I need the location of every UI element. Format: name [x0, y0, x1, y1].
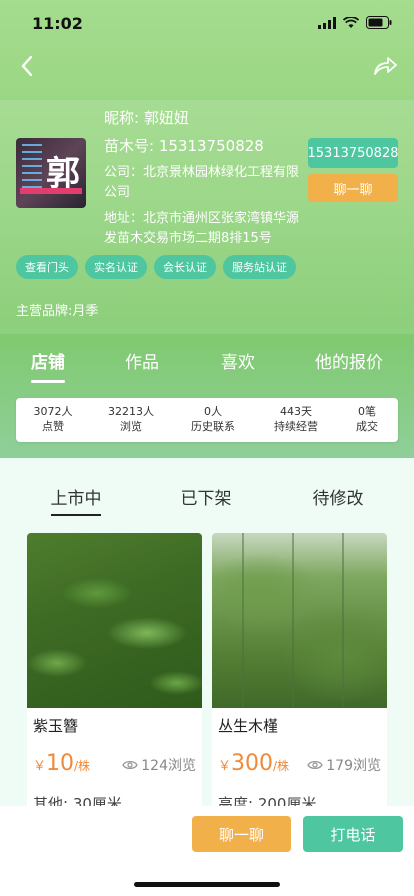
badge-view-storefront[interactable]: 查看门头 — [16, 255, 78, 279]
product-title: 丛生木槿 — [218, 717, 279, 735]
price-amount: 300 — [231, 751, 274, 776]
eye-icon — [307, 760, 324, 770]
stat-likes: 3072人 点赞 — [15, 404, 91, 434]
price-symbol: ￥ — [33, 759, 47, 774]
subtab-active-indicator — [51, 514, 101, 516]
product-views: 179浏览 — [307, 755, 381, 775]
stat-value: 443天 — [280, 405, 312, 418]
nav-bar — [0, 44, 414, 100]
back-arrow-icon[interactable] — [14, 52, 42, 80]
subtab-pending-edit[interactable]: 待修改 — [313, 484, 364, 509]
tab-works[interactable]: 作品 — [125, 348, 159, 373]
product-image — [212, 533, 387, 708]
price-unit: /株 — [273, 759, 290, 773]
phone-button[interactable]: 15313750828 — [308, 138, 399, 168]
stat-deals: 0笔 成交 — [329, 404, 405, 434]
seedling-no-row: 苗木号: 15313750828 — [104, 135, 304, 157]
avatar[interactable]: 郭 — [16, 138, 86, 208]
stat-value: 0人 — [204, 405, 222, 418]
tab-quotes[interactable]: 他的报价 — [315, 348, 383, 373]
address-text: 地址：北京市通州区张家湾镇华源发苗木交易市场二期8排15号 — [104, 211, 300, 246]
stat-value: 0笔 — [358, 405, 376, 418]
price-amount: 10 — [46, 751, 75, 776]
stat-label: 历史联系 — [191, 420, 235, 433]
seedling-no-value: 15313750828 — [158, 137, 264, 155]
avatar-decoration — [20, 188, 82, 194]
seedling-no-label: 苗木号: — [104, 137, 155, 155]
badge-president[interactable]: 会长认证 — [154, 255, 216, 279]
stats-card: 3072人 点赞 32213人 浏览 0人 历史联系 443天 持续经营 0笔 … — [16, 398, 398, 442]
chat-button[interactable]: 聊一聊 — [192, 816, 291, 852]
tab-active-indicator — [31, 380, 65, 383]
stat-label: 点赞 — [42, 420, 64, 433]
profile-info: 昵称: 郭妞妞 苗木号: 15313750828 公司：北京景林园林绿化工程有限… — [104, 107, 304, 255]
call-button[interactable]: 打电话 — [303, 816, 403, 852]
product-title: 紫玉簪 — [33, 717, 79, 735]
product-image — [27, 533, 202, 708]
stat-views: 32213人 浏览 — [93, 404, 169, 434]
nickname-value: 郭妞妞 — [143, 109, 189, 127]
product-price: ￥300/株 — [218, 751, 289, 776]
certification-badges: 查看门头 实名认证 会长认证 服务站认证 — [16, 255, 296, 279]
nickname-row: 昵称: 郭妞妞 — [104, 107, 304, 129]
product-views: 124浏览 — [122, 755, 196, 775]
stat-value: 3072人 — [33, 405, 73, 418]
views-text: 179浏览 — [326, 758, 381, 774]
views-text: 124浏览 — [141, 758, 196, 774]
stat-operation-days: 443天 持续经营 — [258, 404, 334, 434]
status-icons — [318, 16, 392, 29]
stat-label: 持续经营 — [274, 420, 318, 433]
status-time: 11:02 — [32, 14, 83, 33]
tab-likes[interactable]: 喜欢 — [221, 348, 255, 373]
product-price: ￥10/株 — [33, 751, 90, 776]
price-symbol: ￥ — [218, 759, 232, 774]
avatar-decoration — [22, 144, 42, 194]
product-card[interactable]: 丛生木槿 ￥300/株 179浏览 高度: 200厘米 — [212, 533, 387, 813]
company-text: 公司：北京景林园林绿化工程有限公司 — [104, 165, 300, 200]
profile-panel: 郭 昵称: 郭妞妞 苗木号: 15313750828 公司：北京景林园林绿化工程… — [0, 100, 414, 334]
subtab-on-sale[interactable]: 上市中 — [51, 484, 102, 509]
stat-value: 32213人 — [108, 405, 154, 418]
price-unit: /株 — [74, 759, 91, 773]
bottom-action-bar: 聊一聊 打电话 — [0, 806, 414, 896]
chat-button-top[interactable]: 聊一聊 — [308, 174, 398, 202]
tab-shop[interactable]: 店铺 — [31, 348, 65, 373]
subtab-removed[interactable]: 已下架 — [181, 484, 232, 509]
badge-service-station[interactable]: 服务站认证 — [223, 255, 296, 279]
product-card[interactable]: 紫玉簪 ￥10/株 124浏览 其他: 30厘米 — [27, 533, 202, 813]
share-icon[interactable] — [370, 52, 400, 80]
battery-icon — [366, 16, 392, 29]
nickname-label: 昵称: — [104, 109, 140, 127]
wifi-icon — [343, 16, 359, 28]
stat-label: 成交 — [356, 420, 378, 433]
main-brand: 主营品牌:月季 — [16, 304, 99, 319]
eye-icon — [122, 760, 139, 770]
status-bar: 11:02 — [0, 0, 414, 44]
signal-icon — [318, 16, 336, 29]
home-indicator — [134, 882, 280, 887]
stat-label: 浏览 — [120, 420, 142, 433]
badge-real-name[interactable]: 实名认证 — [85, 255, 147, 279]
stat-contacts: 0人 历史联系 — [175, 404, 251, 434]
